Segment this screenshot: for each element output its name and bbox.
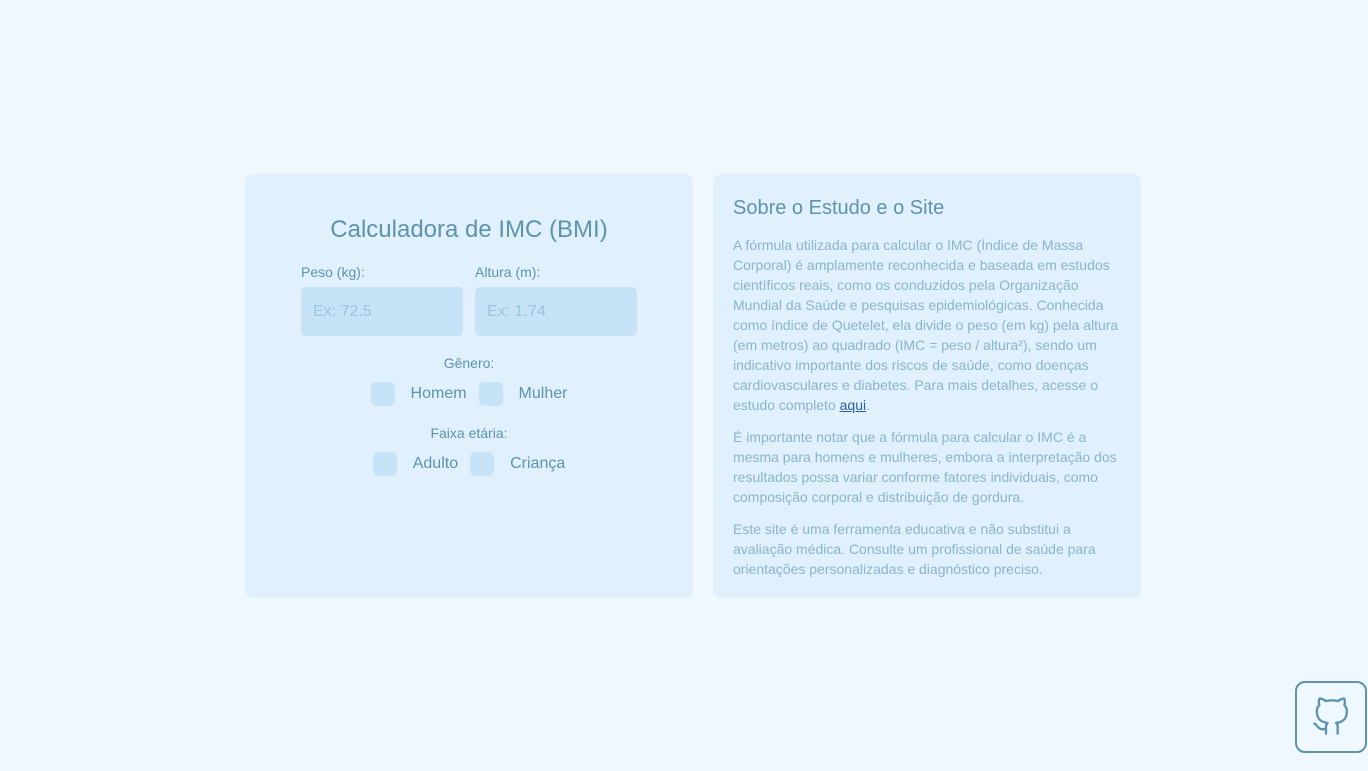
gender-option-homem[interactable]: Homem [370, 382, 467, 406]
gender-option-mulher[interactable]: Mulher [478, 382, 568, 406]
adulto-label: Adulto [412, 455, 459, 472]
calculator-title: Calculadora de IMC (BMI) [330, 216, 608, 243]
info-paragraph-3: Este site é uma ferramenta educativa e n… [733, 521, 1096, 577]
mulher-checkbox[interactable] [478, 382, 503, 406]
weight-field: Peso (kg): [301, 264, 463, 336]
mulher-label: Mulher [518, 385, 568, 402]
info-paragraph-1-end: . [866, 397, 870, 413]
github-button[interactable] [1295, 681, 1367, 753]
crianca-checkbox[interactable] [470, 452, 495, 476]
info-paragraph-1-text: A fórmula utilizada para calcular o IMC … [733, 237, 1119, 413]
age-group-options: Adulto Criança [372, 452, 565, 476]
github-icon [1313, 697, 1348, 735]
measurement-fields: Peso (kg): Altura (m): [301, 264, 637, 336]
age-option-crianca[interactable]: Criança [470, 452, 565, 476]
info-paragraph-1: A fórmula utilizada para calcular o IMC … [733, 235, 1121, 415]
crianca-label: Criança [510, 455, 566, 472]
age-group-label: Faixa etária: [430, 425, 508, 441]
height-input[interactable] [475, 287, 637, 336]
calculator-card: Calculadora de IMC (BMI) Peso (kg): Altu… [245, 174, 693, 598]
weight-label: Peso (kg): [301, 264, 365, 280]
info-card: Sobre o Estudo e o Site A fórmula utiliz… [713, 174, 1141, 598]
height-field: Altura (m): [475, 264, 637, 336]
homem-label: Homem [410, 385, 467, 402]
info-paragraph-2: É importante notar que a fórmula para ca… [733, 429, 1117, 505]
height-label: Altura (m): [475, 264, 541, 280]
info-title: Sobre o Estudo e o Site [733, 197, 945, 219]
homem-checkbox[interactable] [370, 382, 395, 406]
age-option-adulto[interactable]: Adulto [372, 452, 459, 476]
gender-label: Gênero: [443, 355, 495, 371]
main-container: Calculadora de IMC (BMI) Peso (kg): Altu… [245, 174, 1141, 598]
adulto-checkbox[interactable] [372, 452, 397, 476]
gender-options: Homem Mulher [370, 382, 568, 406]
weight-input[interactable] [301, 287, 463, 336]
study-link[interactable]: aqui [840, 397, 866, 413]
